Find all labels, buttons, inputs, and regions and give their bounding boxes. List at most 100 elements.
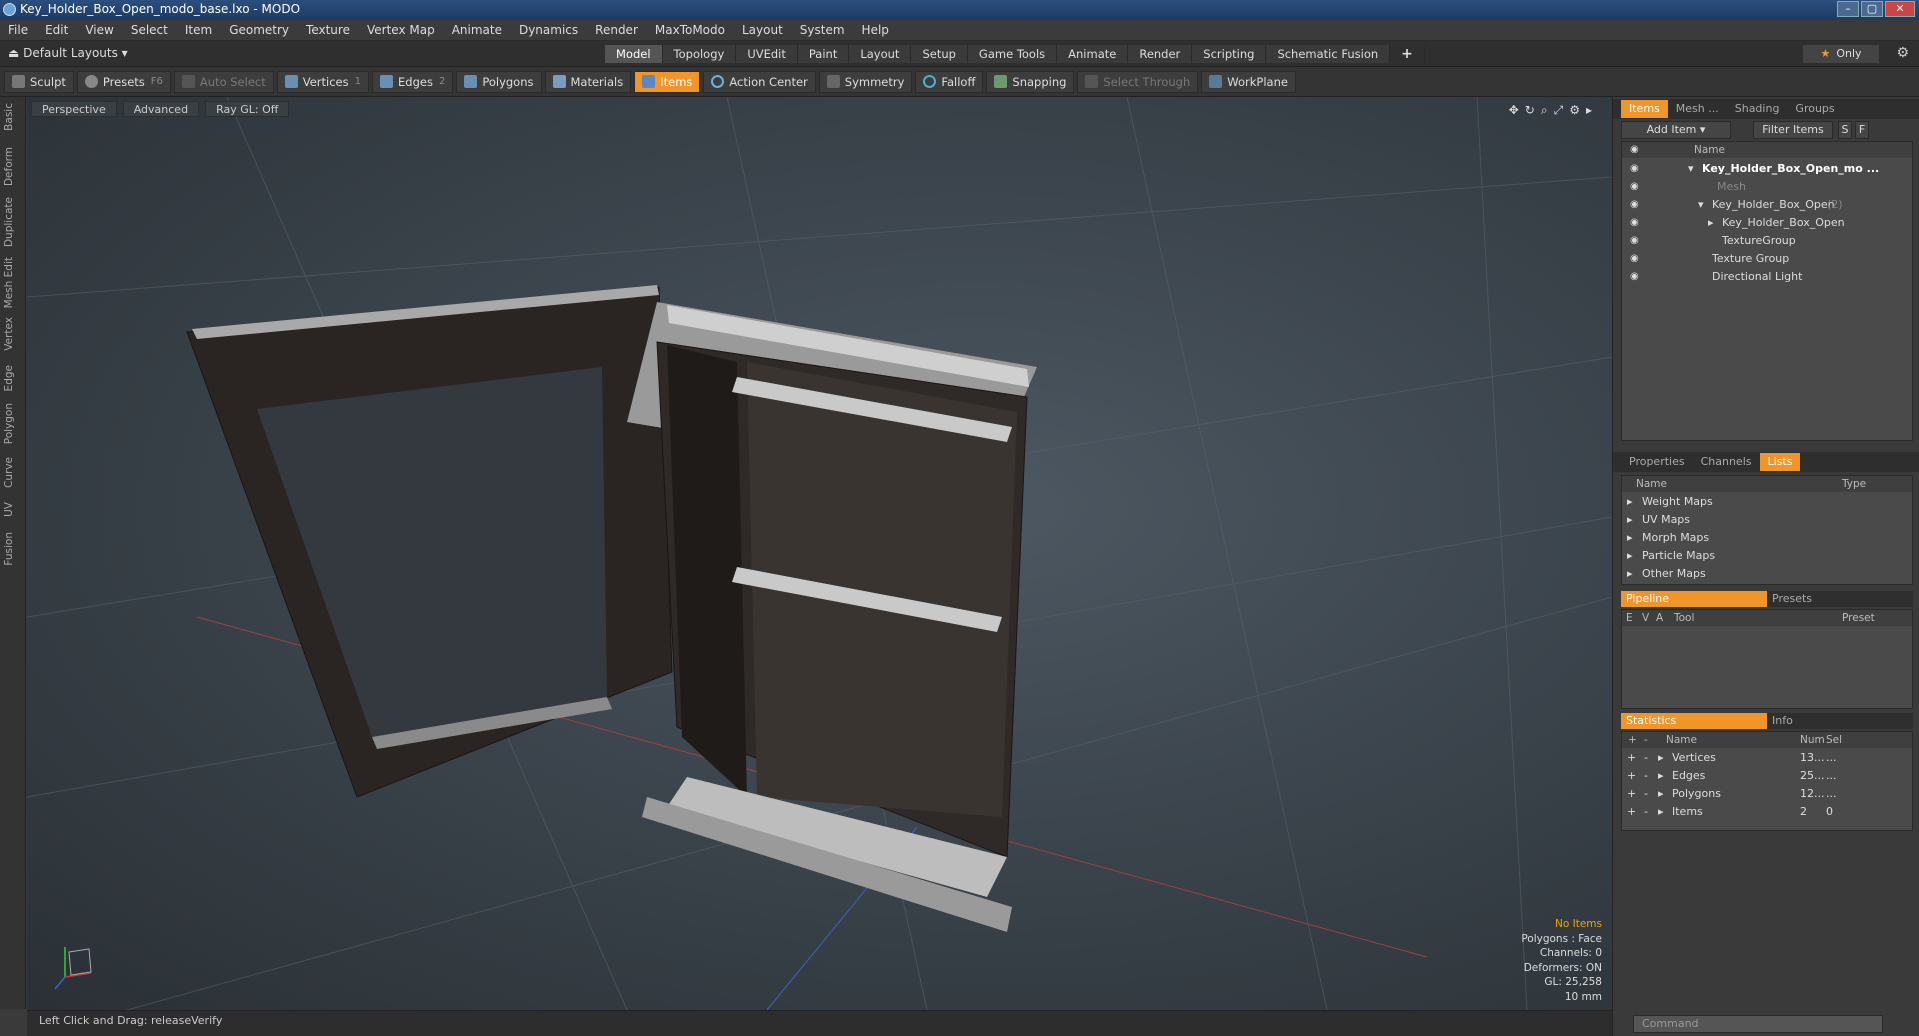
snapping-button[interactable]: Snapping xyxy=(986,70,1075,93)
expand-icon[interactable]: ▾ xyxy=(1688,160,1694,178)
tab-uvedit[interactable]: UVEdit xyxy=(736,45,798,63)
vtab-basic[interactable]: Basic xyxy=(3,103,15,131)
expand-icon[interactable]: ▾ xyxy=(1698,196,1704,214)
3d-viewport[interactable]: Perspective Advanced Ray GL: Off ✥↻⌕⤢⚙▸ … xyxy=(27,97,1612,1010)
close-button[interactable]: ✕ xyxy=(1885,1,1915,17)
tab-presets[interactable]: Presets xyxy=(1767,591,1913,607)
sculpt-button[interactable]: Sculpt xyxy=(4,70,74,93)
tab-mesh[interactable]: Mesh ... xyxy=(1668,100,1727,118)
tab-groups[interactable]: Groups xyxy=(1787,100,1842,118)
menu-item[interactable]: Item xyxy=(185,23,212,37)
tab-model[interactable]: Model xyxy=(605,45,663,63)
menu-maxtomodo[interactable]: MaxToModo xyxy=(655,23,725,37)
menu-file[interactable]: File xyxy=(8,23,28,37)
add-item-button[interactable]: Add Item ▾ xyxy=(1621,121,1731,139)
vtab-uv[interactable]: UV xyxy=(3,502,15,517)
tab-lists[interactable]: Lists xyxy=(1759,453,1801,471)
vtab-fusion[interactable]: Fusion xyxy=(3,532,15,566)
plus-icon[interactable]: + xyxy=(1627,803,1636,821)
menu-select[interactable]: Select xyxy=(131,23,168,37)
tab-paint[interactable]: Paint xyxy=(797,45,850,63)
menu-help[interactable]: Help xyxy=(862,23,889,37)
vtab-curve[interactable]: Curve xyxy=(3,457,15,488)
expand-icon[interactable]: ▸ xyxy=(1708,214,1714,232)
tab-schematic-fusion[interactable]: Schematic Fusion xyxy=(1266,45,1391,63)
tab-pipeline[interactable]: Pipeline xyxy=(1621,591,1767,607)
list-item-morph-maps[interactable]: ▸ Morph Maps xyxy=(1622,529,1912,547)
tab-render[interactable]: Render xyxy=(1128,45,1193,63)
item-row-directional-light[interactable]: ◉ Directional Light xyxy=(1622,268,1912,286)
expand-icon[interactable]: ▸ xyxy=(1658,803,1664,821)
minus-icon[interactable]: - xyxy=(1644,767,1648,785)
f-button[interactable]: F xyxy=(1855,121,1869,139)
rotate-view-icon[interactable]: ↻ xyxy=(1525,103,1541,117)
menu-layout[interactable]: Layout xyxy=(742,23,783,37)
only-button[interactable]: ★ Only xyxy=(1803,45,1879,63)
tab-scripting[interactable]: Scripting xyxy=(1192,45,1267,63)
command-input[interactable]: Command xyxy=(1633,1015,1883,1033)
plus-icon[interactable]: + xyxy=(1627,767,1636,785)
stats-row-vertices[interactable]: + - ▸ Vertices 13...... xyxy=(1622,749,1912,767)
eye-icon[interactable]: ◉ xyxy=(1630,196,1639,214)
item-list[interactable]: ◉ Name ◉ ▾ Key_Holder_Box_Open_mo ... ◉ Mes… xyxy=(1621,141,1913,441)
eye-icon[interactable]: ◉ xyxy=(1630,160,1639,178)
expand-icon[interactable]: ▸ xyxy=(1658,767,1664,785)
menu-view[interactable]: View xyxy=(85,23,113,37)
tab-info[interactable]: Info xyxy=(1767,713,1913,729)
fit-view-icon[interactable]: ⤢ xyxy=(1554,103,1570,117)
viewport-gear-icon[interactable]: ⚙ xyxy=(1569,103,1586,117)
menu-texture[interactable]: Texture xyxy=(306,23,350,37)
tab-channels[interactable]: Channels xyxy=(1693,453,1760,471)
menu-dynamics[interactable]: Dynamics xyxy=(519,23,578,37)
tab-topology[interactable]: Topology xyxy=(662,45,737,63)
menu-animate[interactable]: Animate xyxy=(452,23,502,37)
expand-icon[interactable]: ▸ xyxy=(1627,529,1633,547)
eye-icon[interactable]: ◉ xyxy=(1630,268,1639,286)
vtab-vertex[interactable]: Vertex xyxy=(3,317,15,351)
vtab-mesh-edit[interactable]: Mesh Edit xyxy=(3,257,15,308)
statistics-list[interactable]: + - Name Num Sel + - ▸ Vertices 13...... + - ▸… xyxy=(1621,731,1913,831)
presets-button[interactable]: Presets F6 xyxy=(76,70,171,93)
default-layouts-dropdown[interactable]: ⏏ Default Layouts ▾ xyxy=(8,46,128,60)
menu-vertex-map[interactable]: Vertex Map xyxy=(367,23,435,37)
raygl-toggle[interactable]: Ray GL: Off xyxy=(205,101,290,117)
list-item-other-maps[interactable]: ▸ Other Maps xyxy=(1622,565,1912,583)
minus-icon[interactable]: - xyxy=(1644,749,1648,767)
eye-icon[interactable]: ◉ xyxy=(1630,214,1639,232)
viewport-menu-icon[interactable]: ▸ xyxy=(1586,103,1598,117)
maximize-button[interactable]: ▢ xyxy=(1861,1,1883,17)
vtab-polygon[interactable]: Polygon xyxy=(3,403,15,444)
perspective-dropdown[interactable]: Perspective xyxy=(31,101,117,117)
s-button[interactable]: S xyxy=(1838,121,1852,139)
eye-icon[interactable]: ◉ xyxy=(1630,232,1639,250)
item-row-texturegroup[interactable]: ◉ TextureGroup xyxy=(1622,232,1912,250)
vertices-button[interactable]: Vertices 1 xyxy=(276,70,369,93)
vtab-edge[interactable]: Edge xyxy=(3,365,15,391)
minimize-button[interactable]: – xyxy=(1837,1,1859,17)
auto-select-button[interactable]: Auto Select xyxy=(173,70,274,93)
list-item-uv-maps[interactable]: ▸ UV Maps xyxy=(1622,511,1912,529)
tab-shading[interactable]: Shading xyxy=(1727,100,1788,118)
stats-row-edges[interactable]: + - ▸ Edges 25...... xyxy=(1622,767,1912,785)
tab-items[interactable]: Items xyxy=(1621,100,1668,118)
expand-icon[interactable]: ▸ xyxy=(1627,511,1633,529)
expand-icon[interactable]: ▸ xyxy=(1627,565,1633,583)
plus-icon[interactable]: + xyxy=(1627,749,1636,767)
minus-icon[interactable]: - xyxy=(1644,803,1648,821)
expand-icon[interactable]: ▸ xyxy=(1658,785,1664,803)
add-tab-button[interactable]: + xyxy=(1390,45,1425,63)
select-through-button[interactable]: Select Through xyxy=(1077,70,1199,93)
tab-game-tools[interactable]: Game Tools xyxy=(967,45,1058,63)
menu-system[interactable]: System xyxy=(800,23,845,37)
list-item-particle-maps[interactable]: ▸ Particle Maps xyxy=(1622,547,1912,565)
action-center-button[interactable]: Action Center xyxy=(703,70,816,93)
tab-setup[interactable]: Setup xyxy=(911,45,968,63)
pipeline-list[interactable]: E V A Tool Preset xyxy=(1621,609,1913,709)
expand-icon[interactable]: ▸ xyxy=(1658,749,1664,767)
tab-layout[interactable]: Layout xyxy=(849,45,912,63)
item-row-texture-group[interactable]: ◉ Texture Group xyxy=(1622,250,1912,268)
materials-button[interactable]: Materials xyxy=(544,70,632,93)
zoom-view-icon[interactable]: ⌕ xyxy=(1541,103,1554,117)
menu-geometry[interactable]: Geometry xyxy=(229,23,289,37)
maps-list[interactable]: Name Type ▸ Weight Maps ▸ UV Maps ▸ Morph M… xyxy=(1621,475,1913,585)
